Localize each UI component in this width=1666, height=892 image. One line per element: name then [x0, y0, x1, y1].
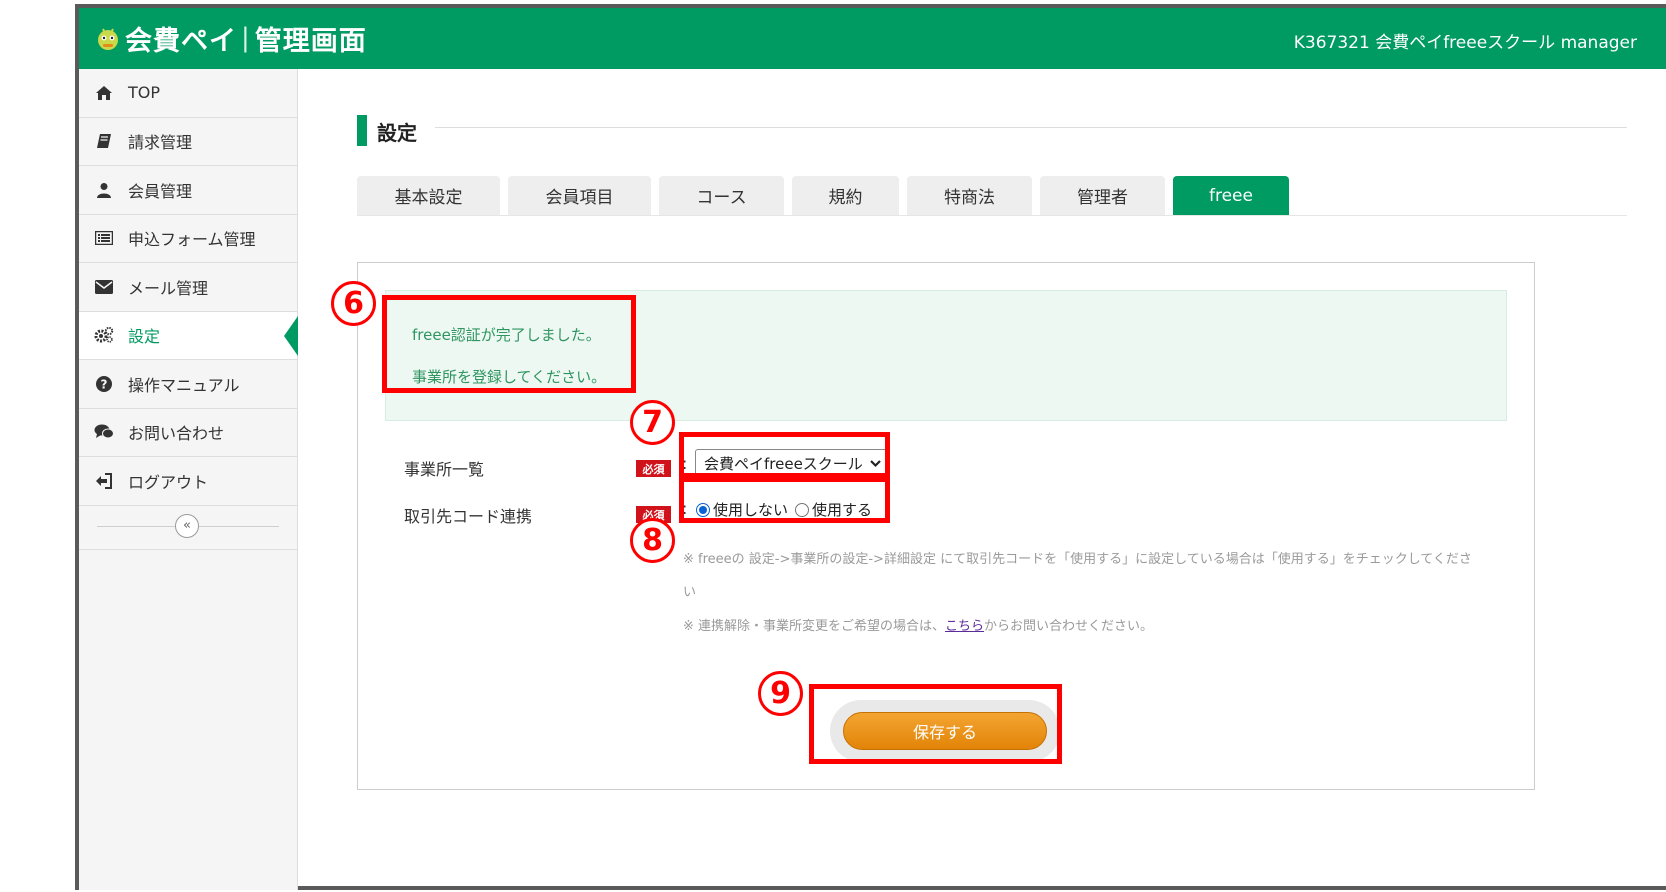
office-list-label: 事業所一覧 — [404, 460, 485, 479]
sidebar-collapse-button[interactable]: « — [175, 513, 199, 538]
tab-freee[interactable]: freee — [1173, 176, 1289, 215]
book-icon — [94, 131, 114, 151]
header-user-info: K367321 会費ペイfreeeスクール manager — [1293, 33, 1637, 53]
contact-note: ※ 連携解除・事業所変更をご希望の場合は、こちらからお問い合わせください。 — [683, 615, 1153, 634]
sidebar-item-mail[interactable]: メール管理 — [79, 263, 297, 312]
annotation-number-8: 8 — [630, 518, 675, 563]
partner-code-note-line-1: ※ freeeの 設定->事業所の設定->詳細設定 にて取引先コードを「使用する… — [683, 552, 1472, 567]
contact-note-text: ※ 連携解除・事業所変更をご希望の場合は、 — [683, 619, 946, 634]
sidebar-item-manual[interactable]: ? 操作マニュアル — [79, 360, 297, 409]
annotation-number-7: 7 — [630, 400, 675, 445]
page-title: 設定 — [377, 121, 417, 145]
highlight-box-9 — [809, 684, 1062, 764]
title-accent-bar — [357, 115, 367, 146]
sidebar-item-forms[interactable]: 申込フォーム管理 — [79, 215, 297, 263]
highlight-box-6 — [382, 295, 636, 393]
sidebar-item-members[interactable]: 会員管理 — [79, 166, 297, 215]
tab-commerce-law[interactable]: 特商法 — [907, 176, 1032, 215]
logo-sub: 管理画面 — [254, 25, 367, 57]
home-icon — [94, 83, 114, 103]
app-logo[interactable]: 会費ペイ | 管理画面 — [95, 20, 367, 57]
sidebar-item-label: 設定 — [128, 327, 161, 347]
tab-member-fields[interactable]: 会員項目 — [508, 176, 651, 215]
contact-link[interactable]: こちら — [945, 619, 984, 634]
sidebar-collapse-row: « — [79, 506, 297, 550]
page-title-row: 設定 — [357, 115, 1627, 147]
sign-out-icon — [94, 471, 114, 491]
annotation-number-9: 9 — [758, 671, 803, 716]
sidebar-item-label: 申込フォーム管理 — [128, 230, 256, 250]
gears-icon — [94, 325, 114, 345]
sidebar-item-billing[interactable]: 請求管理 — [79, 118, 297, 166]
highlight-box-8 — [679, 477, 890, 523]
sidebar-item-label: お問い合わせ — [128, 424, 225, 444]
settings-tabs: 基本設定 会員項目 コース 規約 特商法 管理者 freee — [357, 176, 1627, 216]
sidebar-item-label: 会員管理 — [128, 181, 193, 201]
title-divider — [435, 127, 1627, 128]
required-badge: 必須 — [636, 460, 671, 477]
annotation-number-6: 6 — [331, 281, 376, 326]
sidebar-item-contact[interactable]: お問い合わせ — [79, 409, 297, 457]
sidebar-item-label: 操作マニュアル — [128, 375, 240, 395]
tab-course[interactable]: コース — [659, 176, 784, 215]
question-icon: ? — [94, 374, 114, 394]
app-header: 会費ペイ | 管理画面 K367321 会費ペイfreeeスクール manage… — [79, 8, 1666, 69]
sidebar-item-label: TOP — [128, 83, 161, 103]
sidebar-item-label: ログアウト — [128, 472, 209, 492]
envelope-icon — [94, 277, 114, 297]
sidebar-item-settings[interactable]: 設定 — [79, 311, 298, 360]
mascot-icon — [98, 28, 118, 50]
contact-note-text-end: からお問い合わせください。 — [984, 619, 1154, 634]
user-icon — [94, 180, 114, 200]
sidebar-item-label: 請求管理 — [128, 133, 193, 153]
partner-code-label: 取引先コード連携 — [404, 507, 533, 526]
sidebar: TOP 請求管理 会員管理 申込フォーム管理 メール管理 設定 ? 操作マニュア… — [79, 69, 298, 890]
sidebar-item-top[interactable]: TOP — [79, 69, 297, 118]
tab-terms[interactable]: 規約 — [792, 176, 899, 215]
tab-admins[interactable]: 管理者 — [1040, 176, 1165, 215]
tab-basic-settings[interactable]: 基本設定 — [357, 176, 500, 215]
sidebar-item-logout[interactable]: ログアウト — [79, 457, 297, 506]
highlight-box-7 — [679, 432, 890, 478]
sidebar-item-label: メール管理 — [128, 278, 209, 298]
comments-icon — [94, 422, 114, 442]
logo-main: 会費ペイ — [125, 25, 237, 57]
logo-separator: | — [241, 23, 251, 53]
double-chevron-left-icon: « — [183, 518, 191, 533]
partner-code-note-line-2: い — [683, 585, 697, 600]
list-icon — [94, 228, 114, 248]
svg-text:?: ? — [101, 377, 108, 391]
